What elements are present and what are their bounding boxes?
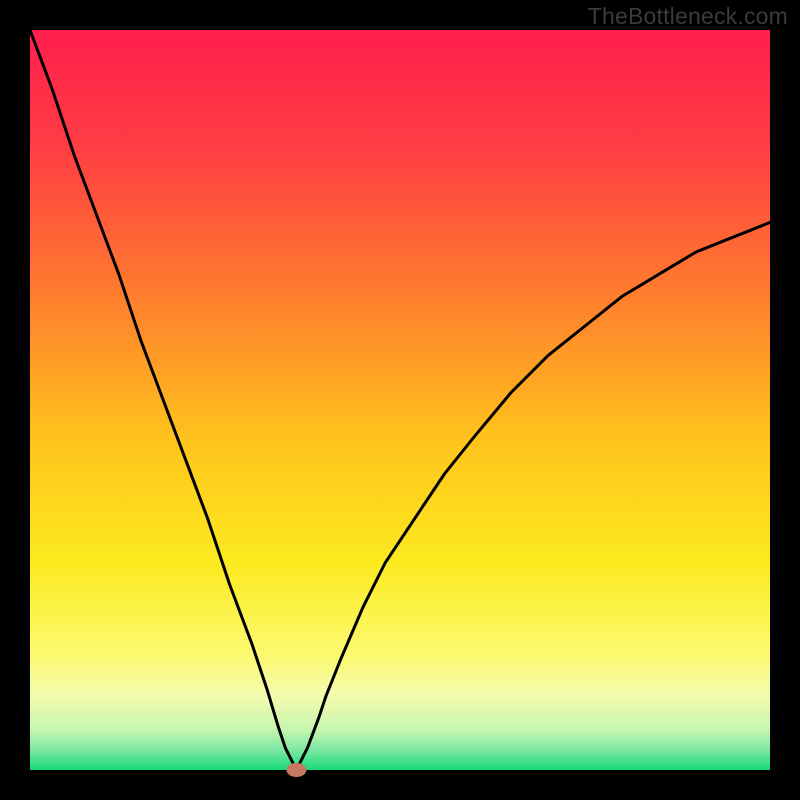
plot-area: [30, 30, 770, 770]
optimal-marker: [286, 763, 306, 777]
watermark-text: TheBottleneck.com: [588, 3, 788, 30]
chart-container: TheBottleneck.com: [0, 0, 800, 800]
bottleneck-chart: [0, 0, 800, 800]
